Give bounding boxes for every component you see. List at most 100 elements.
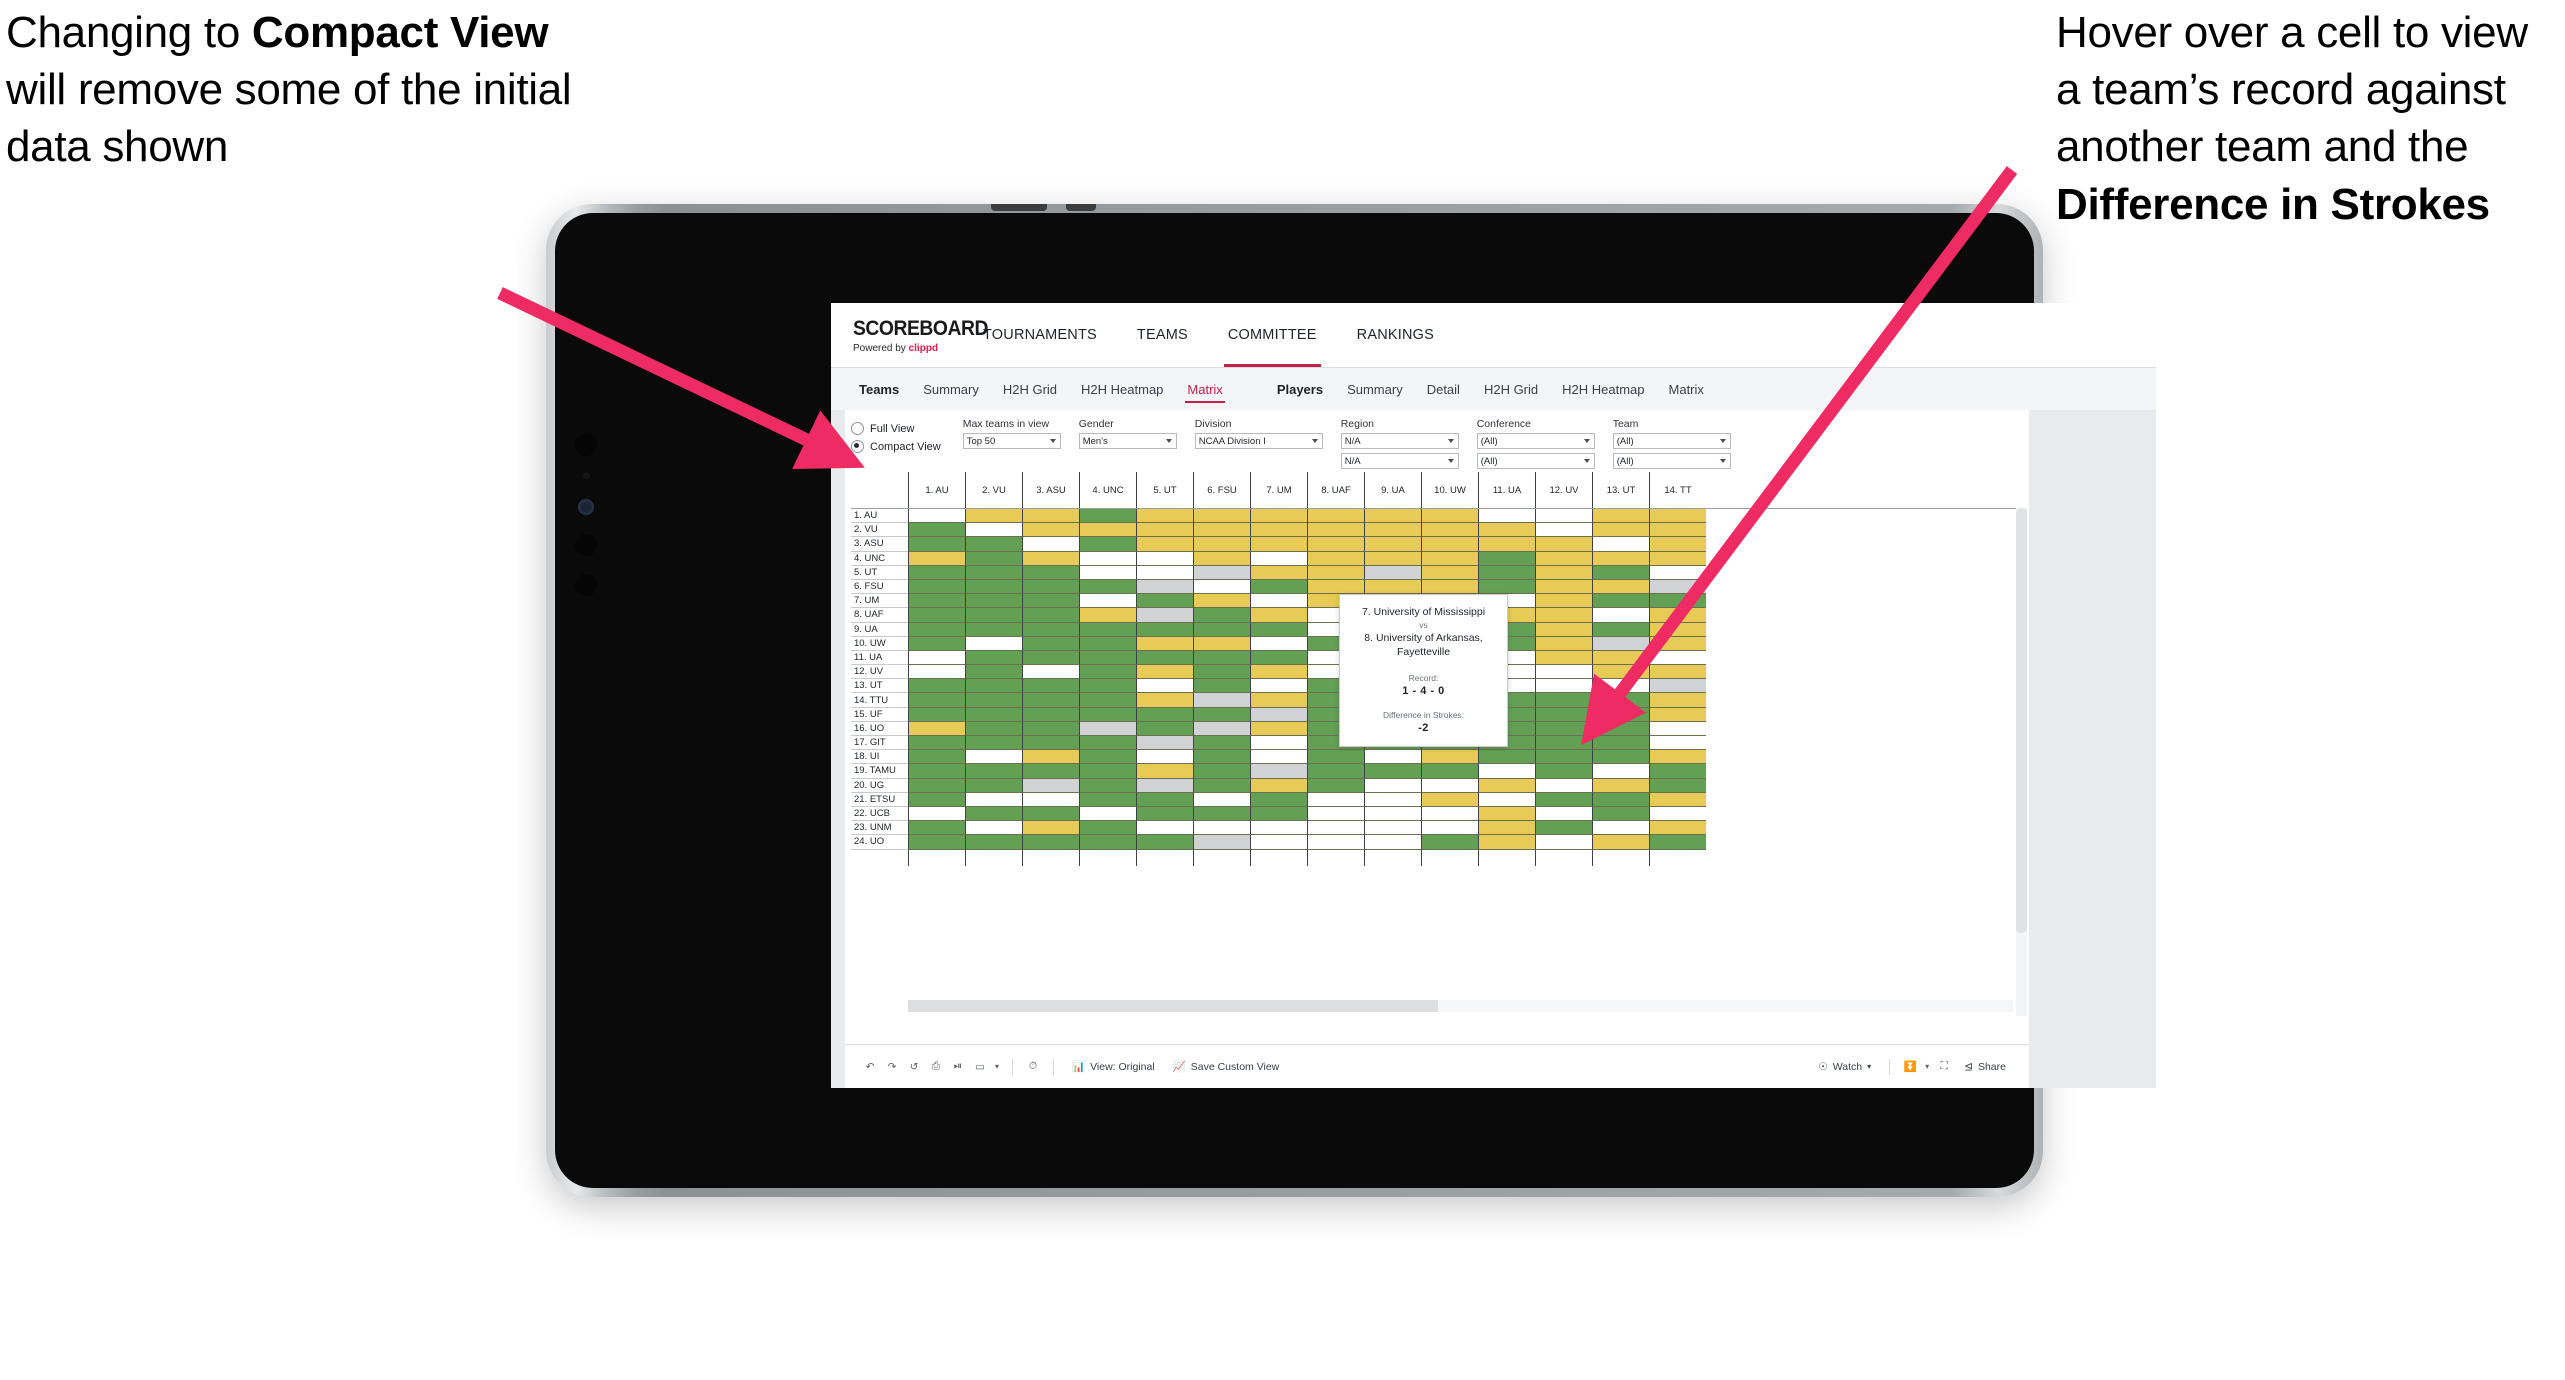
matrix-cell[interactable] bbox=[1193, 736, 1250, 751]
matrix-cell[interactable] bbox=[1079, 736, 1136, 751]
matrix-cell[interactable] bbox=[1136, 665, 1193, 680]
matrix-cell[interactable] bbox=[908, 806, 965, 822]
matrix-cell[interactable] bbox=[1535, 622, 1592, 637]
clock-icon[interactable]: ⏱ bbox=[1022, 1056, 1044, 1078]
subnav-teams-summary[interactable]: Summary bbox=[911, 368, 991, 411]
matrix-cell[interactable] bbox=[1421, 792, 1478, 807]
matrix-cell[interactable] bbox=[1535, 665, 1592, 680]
matrix-cell[interactable] bbox=[1535, 778, 1592, 793]
matrix-cell[interactable] bbox=[908, 537, 965, 552]
matrix-cell[interactable] bbox=[1193, 707, 1250, 722]
matrix-cell[interactable] bbox=[908, 736, 965, 751]
matrix-cell[interactable] bbox=[965, 736, 1022, 751]
matrix-row-header[interactable]: 21. ETSU bbox=[851, 793, 908, 807]
matrix-row-header[interactable]: 3. ASU bbox=[851, 537, 908, 552]
matrix-cell[interactable] bbox=[1022, 622, 1079, 637]
matrix-cell[interactable] bbox=[1079, 650, 1136, 666]
matrix-cell[interactable] bbox=[1535, 835, 1592, 850]
rect-select-icon[interactable]: ▭ bbox=[969, 1056, 991, 1078]
matrix-cell[interactable] bbox=[1136, 551, 1193, 566]
matrix-cell[interactable] bbox=[1535, 792, 1592, 807]
matrix-cell[interactable] bbox=[1193, 523, 1250, 538]
share-button[interactable]: ⊴ Share bbox=[1955, 1061, 2015, 1073]
matrix-cell[interactable] bbox=[1079, 665, 1136, 680]
matrix-cell[interactable] bbox=[1649, 750, 1706, 765]
matrix-cell[interactable] bbox=[1250, 608, 1307, 623]
matrix-column-header[interactable]: 2. VU bbox=[965, 472, 1022, 508]
matrix-cell[interactable] bbox=[1250, 565, 1307, 580]
matrix-row-header[interactable]: 23. UNM bbox=[851, 821, 908, 836]
matrix-row-header[interactable]: 18. UI bbox=[851, 750, 908, 765]
matrix-cell[interactable] bbox=[1193, 579, 1250, 595]
matrix-cell[interactable] bbox=[1079, 594, 1136, 609]
matrix-cell[interactable] bbox=[1535, 594, 1592, 609]
matrix-cell[interactable] bbox=[965, 806, 1022, 822]
filter-conference-select-1[interactable]: (All) bbox=[1476, 433, 1595, 449]
view-original-button[interactable]: 📊 View: Original bbox=[1063, 1060, 1164, 1074]
matrix-cell[interactable] bbox=[1250, 750, 1307, 765]
matrix-row-header[interactable]: 5. UT bbox=[851, 566, 908, 580]
matrix-cell[interactable] bbox=[1421, 523, 1478, 538]
matrix-cell[interactable] bbox=[1136, 650, 1193, 666]
matrix-row-header[interactable]: 10. UW bbox=[851, 637, 908, 651]
topnav-item-teams[interactable]: TEAMS bbox=[1117, 303, 1208, 367]
matrix-cell[interactable] bbox=[1421, 806, 1478, 822]
matrix-cell[interactable] bbox=[1136, 821, 1193, 836]
matrix-row-header[interactable]: 17. GIT bbox=[851, 736, 908, 751]
matrix-cell[interactable] bbox=[1193, 764, 1250, 779]
matrix-cell[interactable] bbox=[1307, 821, 1364, 836]
matrix-cell[interactable] bbox=[1421, 579, 1478, 595]
undo-icon[interactable]: ↶ bbox=[859, 1056, 881, 1078]
matrix-row-header[interactable]: 13. UT bbox=[851, 679, 908, 694]
matrix-cell[interactable] bbox=[1022, 650, 1079, 666]
matrix-cell[interactable] bbox=[1535, 693, 1592, 708]
matrix-cell[interactable] bbox=[1649, 523, 1706, 538]
matrix-cell[interactable] bbox=[1022, 565, 1079, 580]
matrix-cell[interactable] bbox=[1193, 665, 1250, 680]
matrix-cell[interactable] bbox=[1136, 523, 1193, 538]
matrix-cell[interactable] bbox=[1592, 565, 1649, 580]
matrix-cell[interactable] bbox=[1592, 750, 1649, 765]
matrix-cell[interactable] bbox=[965, 523, 1022, 538]
filter-region-select-2[interactable]: N/A bbox=[1340, 453, 1459, 469]
download-chevron-down-icon[interactable]: ▾ bbox=[1921, 1056, 1933, 1078]
filter-gender-select[interactable]: Men's bbox=[1078, 433, 1177, 449]
matrix-cell[interactable] bbox=[1136, 778, 1193, 793]
matrix-cell[interactable] bbox=[1079, 778, 1136, 793]
matrix-cell[interactable] bbox=[1535, 565, 1592, 580]
matrix-column-header[interactable]: 14. TT bbox=[1649, 472, 1706, 508]
matrix-cell[interactable] bbox=[1136, 636, 1193, 651]
matrix-cell[interactable] bbox=[1478, 523, 1535, 538]
matrix-row-header[interactable]: 20. UG bbox=[851, 779, 908, 793]
matrix-cell[interactable] bbox=[1535, 806, 1592, 822]
matrix-cell[interactable] bbox=[1022, 679, 1079, 694]
matrix-cell[interactable] bbox=[1022, 835, 1079, 850]
matrix-cell[interactable] bbox=[1649, 736, 1706, 751]
matrix-cell[interactable] bbox=[1592, 764, 1649, 779]
matrix-cell[interactable] bbox=[1307, 806, 1364, 822]
matrix-row-header[interactable]: 22. UCB bbox=[851, 807, 908, 822]
matrix-cell[interactable] bbox=[908, 778, 965, 793]
matrix-cell[interactable] bbox=[1022, 636, 1079, 651]
matrix-cell[interactable] bbox=[1136, 721, 1193, 736]
filter-team-select-2[interactable]: (All) bbox=[1612, 453, 1731, 469]
subnav-players-matrix[interactable]: Matrix bbox=[1657, 368, 1716, 411]
matrix-cell[interactable] bbox=[1193, 594, 1250, 609]
filter-team-select-1[interactable]: (All) bbox=[1612, 433, 1731, 449]
matrix-cell[interactable] bbox=[965, 537, 1022, 552]
matrix-cell[interactable] bbox=[1421, 750, 1478, 765]
matrix-cell[interactable] bbox=[1250, 650, 1307, 666]
matrix-row-header[interactable]: 6. FSU bbox=[851, 580, 908, 595]
matrix-cell[interactable] bbox=[965, 579, 1022, 595]
matrix-cell[interactable] bbox=[1193, 565, 1250, 580]
matrix-cell[interactable] bbox=[1136, 679, 1193, 694]
matrix-cell[interactable] bbox=[908, 594, 965, 609]
matrix-cell[interactable] bbox=[1250, 523, 1307, 538]
matrix-cell[interactable] bbox=[1022, 707, 1079, 722]
matrix-cell[interactable] bbox=[908, 764, 965, 779]
matrix-cell[interactable] bbox=[965, 764, 1022, 779]
matrix-cell[interactable] bbox=[965, 594, 1022, 609]
matrix-cell[interactable] bbox=[1592, 622, 1649, 637]
matrix-cell[interactable] bbox=[1193, 821, 1250, 836]
matrix-cell[interactable] bbox=[1649, 551, 1706, 566]
